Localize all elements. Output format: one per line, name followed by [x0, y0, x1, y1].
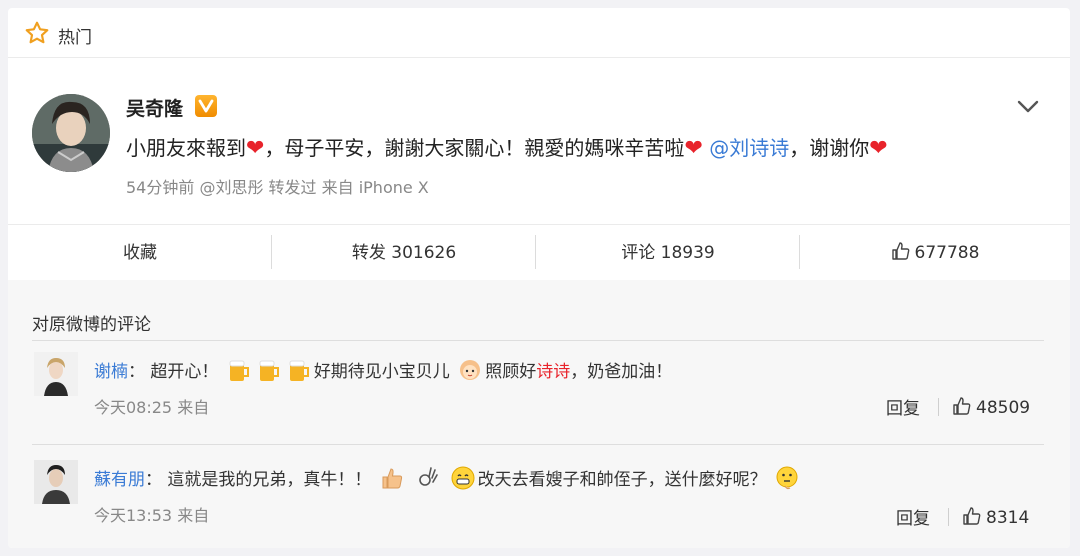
comment-text-part: ，奶爸加油！	[570, 362, 673, 382]
baby-icon	[456, 356, 484, 384]
hot-header: 热门	[8, 8, 1070, 58]
comment-like-count: 48509	[976, 398, 1031, 418]
mention-link[interactable]: @刘诗诗	[709, 136, 789, 160]
author-avatar[interactable]	[32, 94, 110, 172]
beer-icon	[255, 356, 283, 384]
star-icon	[24, 20, 50, 46]
post-meta: 54分钟前 @刘思彤 转发过 来自 iPhone X	[126, 178, 429, 197]
grin-icon	[449, 464, 477, 492]
post-text-part-1: 小朋友來報到	[126, 136, 246, 160]
comment-text: 蘇有朋： 這就是我的兄弟，真牛！！ 改天去看嫂子和帥侄子，送什麼好呢？	[94, 464, 802, 492]
comment-highlight[interactable]: 诗诗	[536, 362, 570, 382]
comment-avatar[interactable]	[34, 460, 78, 504]
comment-text: 谢楠： 超开心！ 好期待见小宝贝儿 照顾好诗诗，奶爸加油！	[94, 356, 672, 384]
comment-like-button[interactable]: 8314	[962, 506, 1029, 528]
repost-button[interactable]: 转发 301626	[272, 225, 536, 281]
divider	[32, 340, 1044, 341]
comment-text-part: 改天去看嫂子和帥侄子，送什麼好呢？	[477, 470, 767, 490]
hot-label: 热门	[58, 28, 92, 48]
thumbs-up-emoji-icon	[378, 464, 406, 492]
comment-text-part: 好期待见小宝贝儿	[313, 362, 450, 382]
favorite-button[interactable]: 收藏	[8, 225, 272, 281]
verified-v-icon	[195, 95, 217, 117]
comment-avatar[interactable]	[34, 352, 78, 396]
divider	[938, 398, 939, 416]
post-text-part-2: ，母子平安，謝謝大家關心！親愛的媽咪辛苦啦	[264, 136, 685, 160]
chevron-down-icon[interactable]	[1014, 96, 1042, 118]
reply-button[interactable]: 回复	[896, 504, 930, 529]
weibo-card: 热门 吴奇隆 小朋友來報到❤，母子平安，謝謝大家關心！親愛的媽咪辛苦啦❤ @刘诗…	[8, 8, 1070, 548]
comment-time: 今天08:25 来自	[94, 398, 210, 417]
like-button[interactable]: 677788	[800, 225, 1070, 281]
post: 吴奇隆 小朋友來報到❤，母子平安，謝謝大家關心！親愛的媽咪辛苦啦❤ @刘诗诗，谢…	[8, 58, 1070, 228]
post-text-part-3: ，谢谢你	[789, 136, 870, 160]
ok-hand-icon	[413, 464, 441, 492]
comment-like-count: 8314	[986, 508, 1030, 528]
comments-header: 对原微博的评论	[32, 315, 151, 335]
reply-button[interactable]: 回复	[886, 394, 920, 419]
divider	[32, 444, 1044, 445]
heart-icon: ❤	[869, 136, 888, 161]
comment-text-part: 照顾好	[485, 362, 537, 382]
post-text: 小朋友來報到❤，母子平安，謝謝大家關心！親愛的媽咪辛苦啦❤ @刘诗诗，谢谢你❤	[126, 132, 888, 161]
comment-user[interactable]: 谢楠	[94, 362, 128, 382]
comment-time: 今天13:53 来自	[94, 506, 210, 525]
like-count: 677788	[914, 243, 980, 263]
action-bar: 收藏 转发 301626 评论 18939 677788	[8, 224, 1070, 280]
thumbs-up-icon	[891, 228, 911, 260]
comments-section: 对原微博的评论 谢楠： 超开心！ 好期待见小宝贝儿 照顾好诗诗，奶爸加油！ 今天…	[8, 280, 1070, 548]
heart-icon: ❤	[246, 136, 265, 161]
thumbs-up-icon	[952, 396, 972, 416]
comment-button[interactable]: 评论 18939	[536, 225, 800, 281]
comment-text-part: ： 超开心！	[128, 362, 219, 382]
comment-user[interactable]: 蘇有朋	[94, 470, 145, 490]
beer-icon	[225, 356, 253, 384]
heart-icon: ❤	[684, 136, 703, 161]
thumbs-up-icon	[962, 506, 982, 526]
author-name[interactable]: 吴奇隆	[126, 94, 183, 121]
comment-text-part: ： 這就是我的兄弟，真牛！！	[145, 470, 372, 490]
thinking-face-icon	[773, 464, 801, 492]
comment-like-button[interactable]: 48509	[952, 396, 1030, 418]
divider	[948, 508, 949, 526]
beer-icon	[285, 356, 313, 384]
